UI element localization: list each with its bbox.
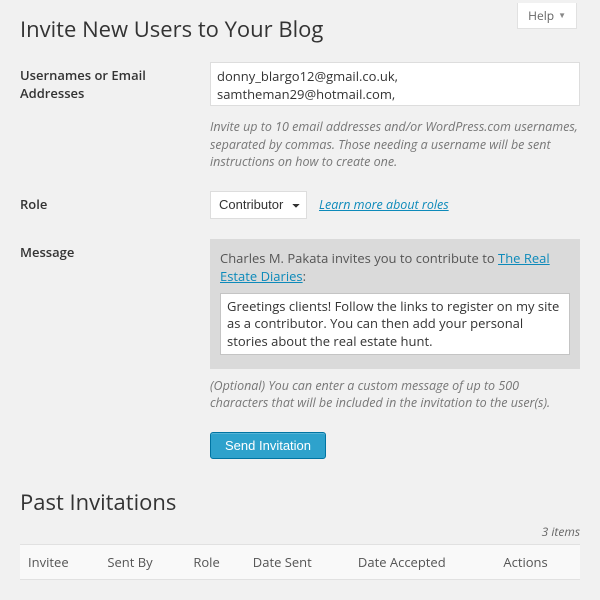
page-wrap: Help ▼ Invite New Users to Your Blog Use…: [0, 0, 600, 600]
col-invitee[interactable]: Invitee: [20, 544, 99, 579]
chevron-down-icon: ▼: [558, 10, 566, 21]
emails-row: Usernames or Email Addresses Invite up t…: [20, 62, 580, 171]
col-actions: Actions: [495, 544, 580, 579]
emails-input[interactable]: [210, 62, 580, 106]
message-control: Charles M. Pakata invites you to contrib…: [210, 239, 580, 412]
table-head: Invitee Sent By Role Date Sent Date Acce…: [20, 544, 580, 579]
col-date-accepted[interactable]: Date Accepted: [350, 544, 495, 579]
past-title: Past Invitations: [20, 487, 580, 517]
emails-help: Invite up to 10 email addresses and/or W…: [210, 118, 580, 171]
role-row: Role Contributor Learn more about roles: [20, 191, 580, 219]
help-label: Help: [528, 7, 554, 24]
table-header-row: Invitee Sent By Role Date Sent Date Acce…: [20, 544, 580, 579]
role-label: Role: [20, 191, 210, 213]
items-count: 3 items: [20, 523, 580, 540]
submit-spacer: [20, 432, 210, 436]
role-control: Contributor Learn more about roles: [210, 191, 580, 219]
submit-row: Send Invitation: [20, 432, 580, 459]
message-input[interactable]: [220, 293, 570, 355]
col-date-sent[interactable]: Date Sent: [245, 544, 350, 579]
emails-label: Usernames or Email Addresses: [20, 62, 210, 102]
message-row: Message Charles M. Pakata invites you to…: [20, 239, 580, 412]
col-role[interactable]: Role: [185, 544, 244, 579]
message-label: Message: [20, 239, 210, 261]
learn-roles-link[interactable]: Learn more about roles: [319, 196, 449, 213]
emails-control: Invite up to 10 email addresses and/or W…: [210, 62, 580, 171]
message-intro: Charles M. Pakata invites you to contrib…: [220, 249, 570, 285]
message-intro-suffix: :: [303, 267, 306, 285]
message-wrap: Charles M. Pakata invites you to contrib…: [210, 239, 580, 369]
message-intro-prefix: Charles M. Pakata invites you to contrib…: [220, 249, 498, 267]
role-select[interactable]: Contributor: [210, 191, 307, 219]
send-invitation-button[interactable]: Send Invitation: [210, 432, 326, 459]
message-help: (Optional) You can enter a custom messag…: [210, 377, 580, 412]
page-title: Invite New Users to Your Blog: [20, 0, 580, 62]
submit-control: Send Invitation: [210, 432, 580, 459]
help-tab[interactable]: Help ▼: [517, 3, 577, 29]
past-invites-table: Invitee Sent By Role Date Sent Date Acce…: [20, 544, 580, 580]
col-sent-by[interactable]: Sent By: [99, 544, 185, 579]
